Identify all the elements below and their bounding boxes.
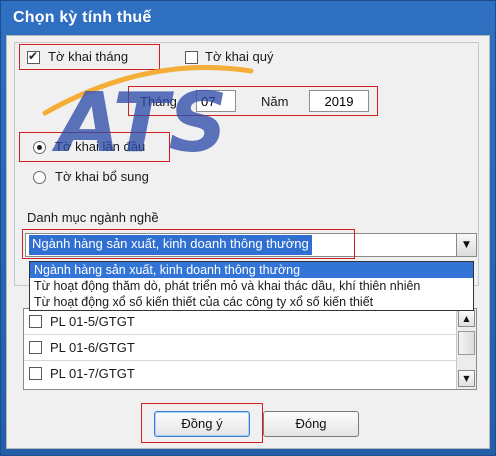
appendix-label: PL 01-6/GTGT xyxy=(50,340,135,355)
dialog-body: Tờ khai tháng Tờ khai quý Tháng Năm Tờ k… xyxy=(6,35,490,449)
supplement-declaration-radio[interactable] xyxy=(33,171,46,184)
year-input[interactable] xyxy=(309,90,369,112)
chevron-down-icon[interactable]: ▼ xyxy=(456,234,476,256)
list-item[interactable]: PL 01-6/GTGT xyxy=(24,335,456,361)
scroll-down-icon[interactable]: ▼ xyxy=(458,370,475,387)
period-groupbox: Tờ khai tháng Tờ khai quý Tháng Năm Tờ k… xyxy=(14,42,479,286)
appendix-checkbox[interactable] xyxy=(29,341,42,354)
dropdown-option-1[interactable]: Ngành hàng sản xuất, kinh doanh thông th… xyxy=(30,262,473,278)
month-label: Tháng xyxy=(140,94,177,109)
close-button[interactable]: Đóng xyxy=(263,411,359,437)
list-scrollbar[interactable]: ▲ ▼ xyxy=(456,309,476,389)
list-item[interactable]: PL 01-7/GTGT xyxy=(24,361,456,387)
month-input[interactable] xyxy=(196,90,236,112)
annotation-box-industry xyxy=(22,229,355,259)
appendix-listbox: PL 01-5/GTGT PL 01-6/GTGT PL 01-7/GTGT ▲… xyxy=(23,308,477,390)
dropdown-option-2[interactable]: Từ hoạt động thăm dò, phát triển mỏ và k… xyxy=(30,278,473,294)
scroll-thumb[interactable] xyxy=(458,331,475,355)
window-title: Chọn kỳ tính thuế xyxy=(13,9,152,26)
first-declaration-label: Tờ khai lần đầu xyxy=(55,139,146,154)
appendix-checkbox[interactable] xyxy=(29,315,42,328)
appendix-checkbox[interactable] xyxy=(29,367,42,380)
dropdown-option-3[interactable]: Từ hoạt động xổ số kiến thiết của các cô… xyxy=(30,294,473,310)
monthly-checkbox[interactable] xyxy=(27,49,40,64)
quarterly-label: Tờ khai quý xyxy=(205,49,274,64)
supplement-declaration-label: Tờ khai bổ sung xyxy=(55,169,149,184)
ok-button[interactable]: Đồng ý xyxy=(154,411,250,437)
year-label: Năm xyxy=(261,94,289,109)
monthly-label: Tờ khai tháng xyxy=(48,49,129,64)
appendix-label: PL 01-5/GTGT xyxy=(50,314,135,329)
industry-label: Danh mục ngành nghề xyxy=(27,210,159,225)
industry-dropdown-list[interactable]: Ngành hàng sản xuất, kinh doanh thông th… xyxy=(29,261,474,311)
dialog-window: Chọn kỳ tính thuế Tờ khai tháng Tờ khai … xyxy=(0,0,496,456)
list-item[interactable]: PL 01-5/GTGT xyxy=(24,309,456,335)
quarterly-checkbox[interactable] xyxy=(185,51,198,64)
first-declaration-radio[interactable] xyxy=(33,141,46,154)
scroll-up-icon[interactable]: ▲ xyxy=(458,310,475,327)
appendix-label: PL 01-7/GTGT xyxy=(50,366,135,381)
